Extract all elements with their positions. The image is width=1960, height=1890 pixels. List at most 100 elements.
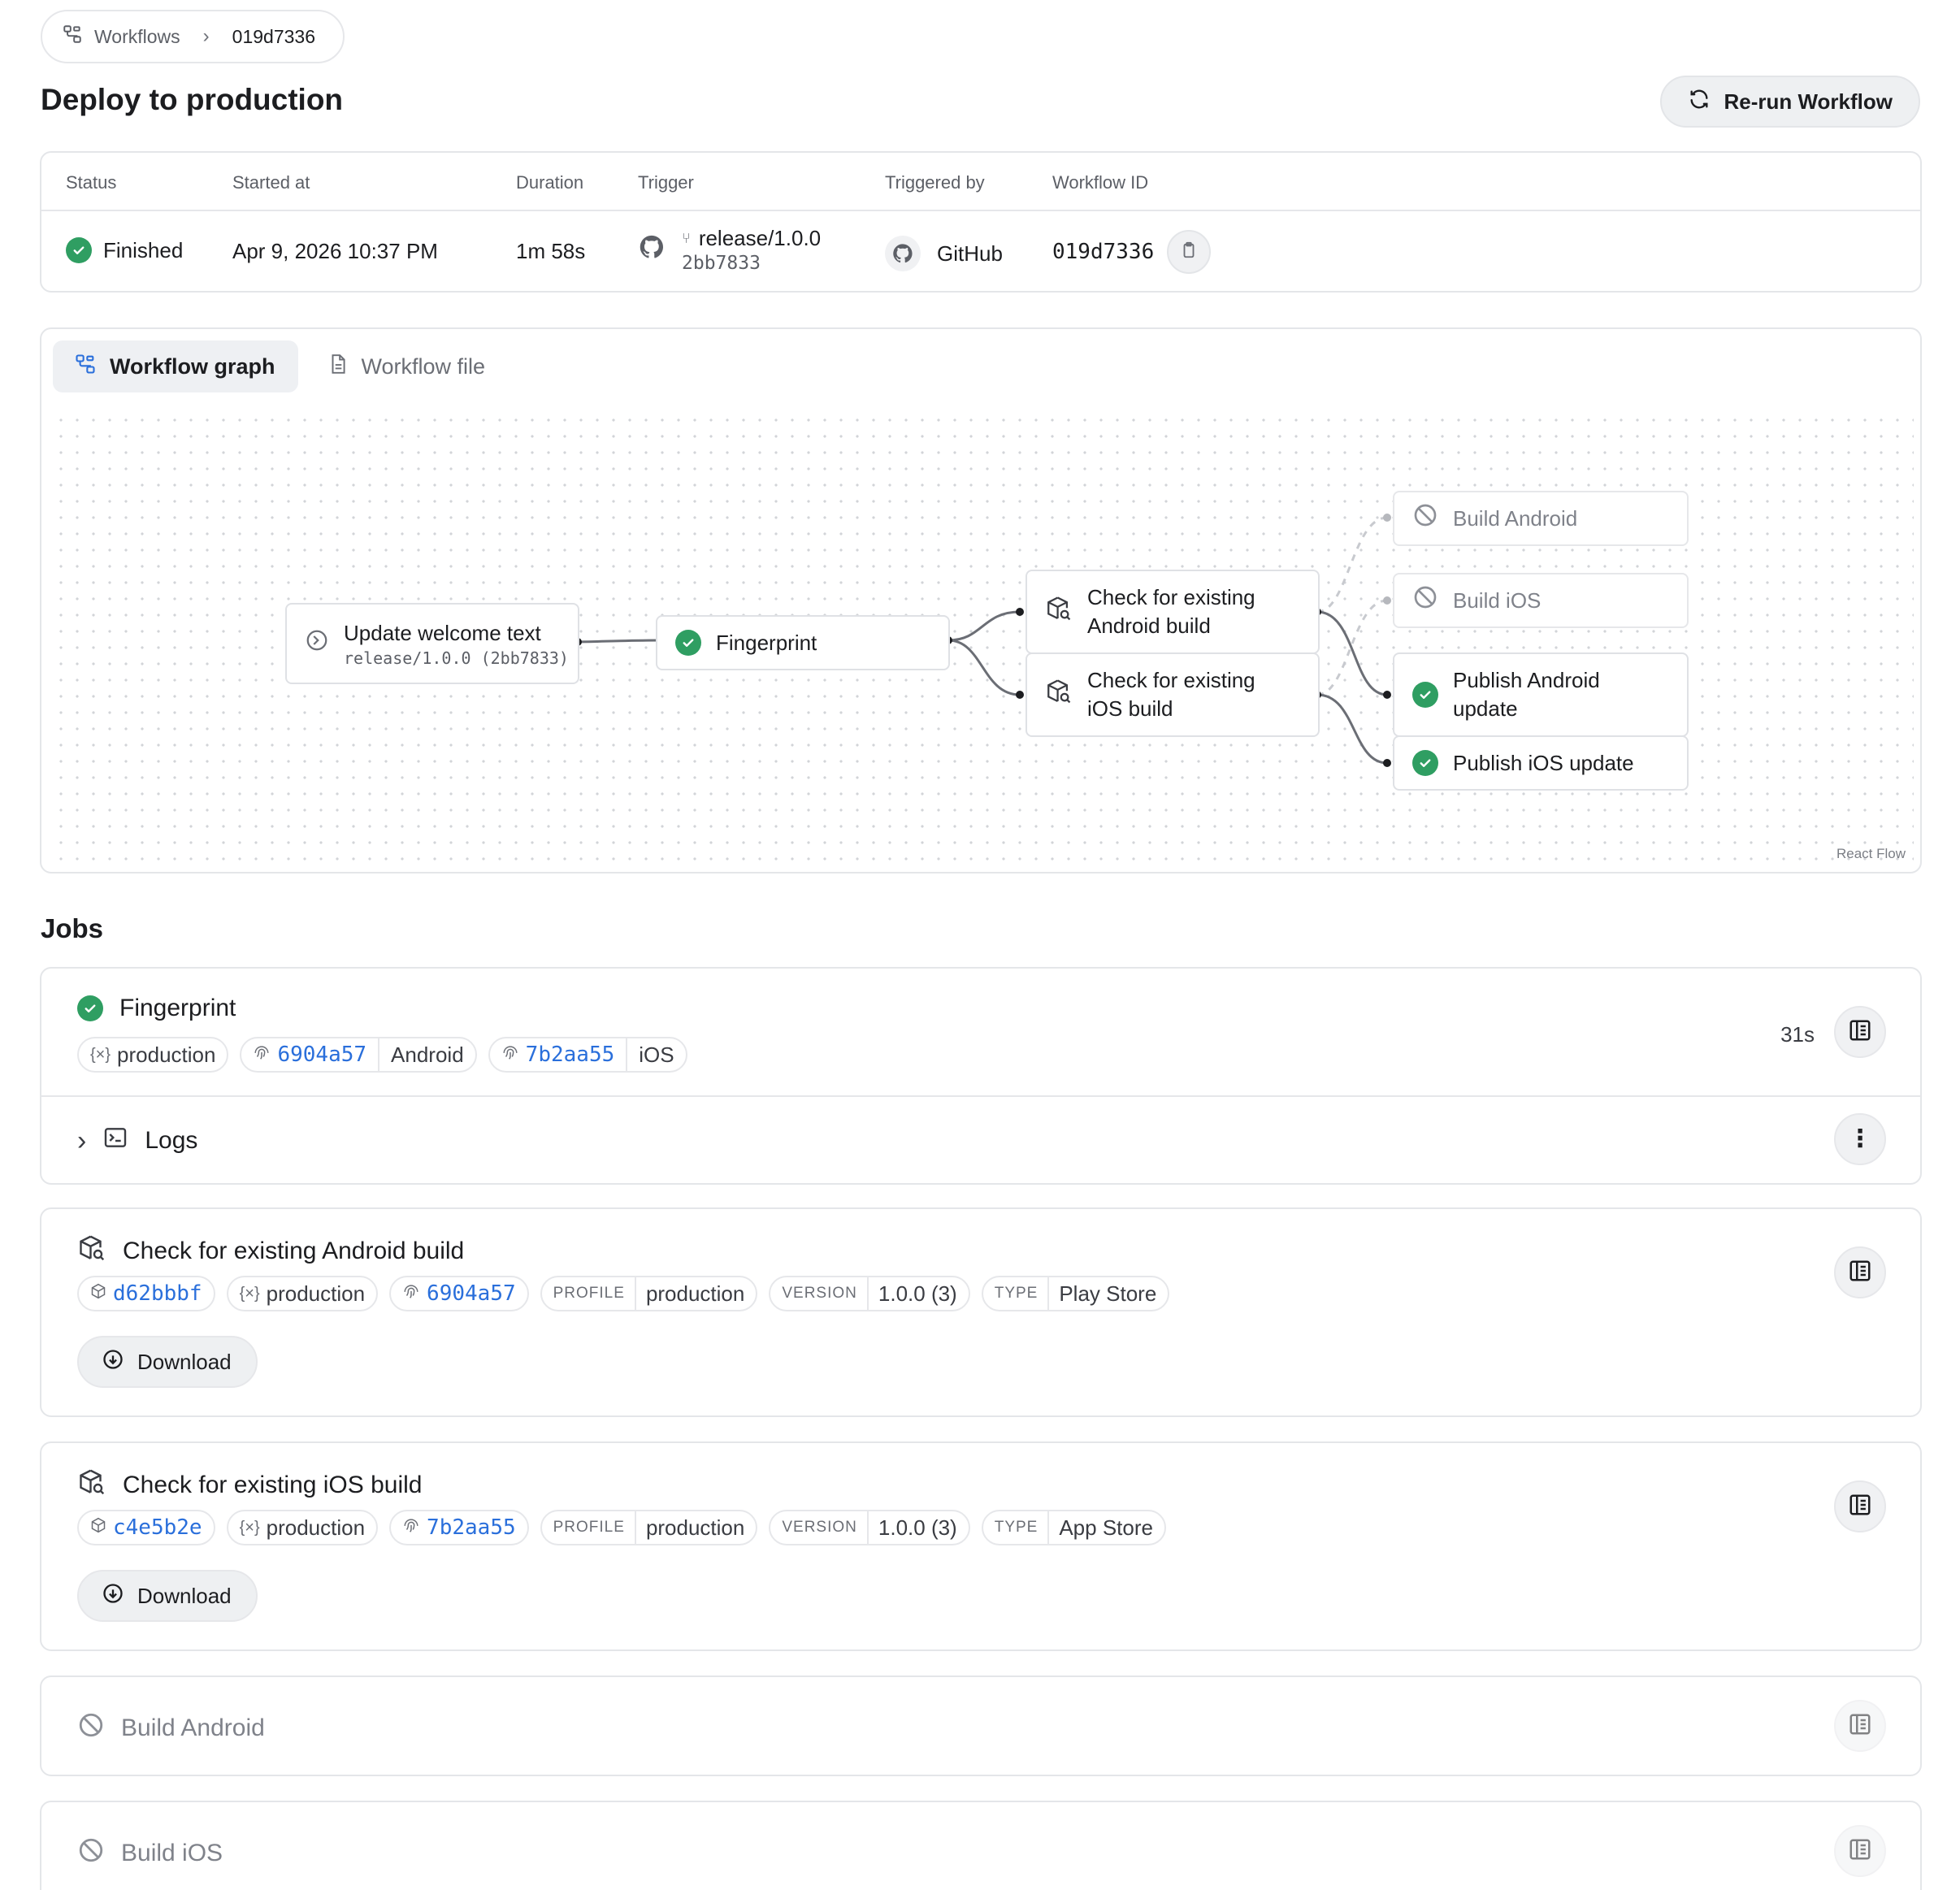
profile-chip: PROFILE production — [540, 1510, 758, 1545]
variable-icon: {×} — [239, 1518, 260, 1537]
breadcrumb-workflows-link[interactable]: Workflows — [94, 26, 180, 48]
check-circle-icon — [1412, 750, 1438, 776]
version-value: 1.0.0 (3) — [878, 1515, 957, 1540]
refresh-icon — [1688, 88, 1711, 116]
summary-header-row: Status Started at Duration Trigger Trigg… — [41, 153, 1920, 211]
job-title-row[interactable]: Check for existing iOS build — [77, 1467, 423, 1503]
panel-icon — [1848, 1018, 1872, 1047]
version-key: VERSION — [782, 1277, 869, 1310]
fingerprint-chip[interactable]: 7b2aa55 — [389, 1510, 529, 1545]
tab-workflow-file[interactable]: Workflow file — [306, 340, 509, 392]
fingerprint-hash-link[interactable]: 6904a57 — [277, 1043, 366, 1067]
fingerprint-hash-link[interactable]: 7b2aa55 — [526, 1043, 615, 1067]
node-update-welcome-text[interactable]: Update welcome text release/1.0.0 (2bb78… — [285, 603, 579, 684]
node-publish-android[interactable]: Publish Android update — [1393, 652, 1689, 737]
header-duration: Duration — [516, 172, 584, 193]
job-title-row[interactable]: Fingerprint — [77, 995, 236, 1022]
logs-toggle[interactable]: › Logs — [77, 1125, 197, 1157]
view-job-details-button[interactable] — [1834, 1246, 1886, 1298]
download-button[interactable]: Download — [77, 1336, 258, 1388]
env-chip[interactable]: {×} production — [77, 1037, 229, 1073]
edge-fingerprint-check-android — [947, 610, 1021, 642]
tab-workflow-graph[interactable]: Workflow graph — [53, 340, 298, 392]
job-title-row[interactable]: Check for existing Android build — [77, 1233, 464, 1269]
download-icon — [102, 1348, 124, 1376]
node-title-line2: Android build — [1087, 613, 1211, 638]
env-chip[interactable]: {×} production — [226, 1510, 379, 1545]
triggered-by-cell: GitHub — [885, 236, 1003, 271]
ban-icon — [77, 1836, 105, 1870]
download-label: Download — [137, 1583, 232, 1608]
ban-icon — [1412, 584, 1438, 618]
build-chip[interactable]: d62bbbf — [77, 1276, 215, 1311]
node-check-ios[interactable]: Check for existing iOS build — [1026, 652, 1320, 737]
download-label: Download — [137, 1349, 232, 1374]
fingerprint-hash-link[interactable]: 6904a57 — [427, 1281, 516, 1306]
workflow-icon — [62, 24, 83, 50]
trigger-commit[interactable]: 2bb7833 — [682, 253, 821, 274]
github-icon — [638, 233, 666, 267]
workflow-id-value: 019d7336 — [1052, 240, 1155, 264]
node-title: Fingerprint — [716, 630, 817, 655]
terminal-icon — [102, 1125, 128, 1157]
page-title: Deploy to production — [41, 83, 344, 116]
node-build-ios[interactable]: Build iOS — [1393, 573, 1689, 628]
edge-check-android-publish-android — [1316, 610, 1388, 696]
env-chip[interactable]: {×} production — [226, 1276, 379, 1311]
logs-more-button[interactable]: ⋮ — [1834, 1113, 1886, 1165]
download-button[interactable]: Download — [77, 1570, 258, 1622]
ios-fingerprint-chip[interactable]: 7b2aa55 iOS — [488, 1037, 687, 1073]
build-chip[interactable]: c4e5b2e — [77, 1510, 215, 1545]
job-title: Build iOS — [121, 1840, 223, 1866]
panel-icon — [1848, 1259, 1872, 1287]
job-card-check-android: Check for existing Android build d62bbbf… — [40, 1207, 1922, 1417]
job-title-row[interactable]: Build Android — [77, 1711, 265, 1745]
type-value: Play Store — [1059, 1281, 1157, 1306]
fingerprint-chip[interactable]: 6904a57 — [389, 1276, 529, 1311]
duration-value: 1m 58s — [516, 239, 586, 263]
check-circle-icon — [77, 995, 103, 1021]
fingerprint-icon — [253, 1043, 271, 1066]
panel-icon — [1848, 1712, 1872, 1740]
breadcrumb-current: 019d7336 — [232, 25, 315, 47]
node-fingerprint[interactable]: Fingerprint — [656, 615, 950, 670]
node-publish-ios[interactable]: Publish iOS update — [1393, 735, 1689, 791]
platform-label: iOS — [639, 1042, 674, 1067]
chevron-right-icon: › — [202, 25, 210, 47]
edge-fingerprint-check-ios — [947, 639, 1021, 696]
trigger-cell: ⑂ release/1.0.0 2bb7833 — [638, 226, 821, 274]
view-job-details-button[interactable] — [1834, 1700, 1886, 1752]
fingerprint-hash-link[interactable]: 7b2aa55 — [427, 1515, 516, 1540]
header-status: Status — [66, 172, 117, 193]
node-build-android[interactable]: Build Android — [1393, 491, 1689, 546]
panel-icon — [1848, 1493, 1872, 1521]
graph-canvas[interactable]: Update welcome text release/1.0.0 (2bb78… — [48, 407, 1914, 865]
package-search-icon — [77, 1467, 106, 1503]
view-job-details-button[interactable] — [1834, 1006, 1886, 1058]
fingerprint-icon — [402, 1516, 420, 1539]
view-job-details-button[interactable] — [1834, 1480, 1886, 1532]
edge-check-ios-publish-ios — [1316, 693, 1388, 765]
type-key: TYPE — [995, 1511, 1050, 1544]
build-id-link[interactable]: d62bbbf — [113, 1281, 202, 1306]
check-circle-icon — [675, 630, 701, 656]
check-circle-icon — [66, 237, 92, 263]
android-fingerprint-chip[interactable]: 6904a57 Android — [240, 1037, 477, 1073]
clipboard-icon — [1180, 240, 1198, 265]
build-id-link[interactable]: c4e5b2e — [113, 1515, 202, 1540]
logs-label: Logs — [145, 1127, 198, 1154]
node-title-line1: Check for existing — [1087, 585, 1255, 609]
trigger-branch[interactable]: release/1.0.0 — [699, 226, 821, 251]
type-key: TYPE — [995, 1277, 1050, 1310]
copy-workflow-id-button[interactable] — [1167, 230, 1212, 274]
check-circle-icon — [1412, 682, 1438, 708]
react-flow-attribution[interactable]: React Flow — [1836, 846, 1906, 862]
file-icon — [327, 353, 349, 380]
job-title-row[interactable]: Build iOS — [77, 1836, 223, 1870]
profile-key: PROFILE — [553, 1511, 636, 1544]
job-chips: c4e5b2e {×} production 7b2aa55 PROFILE p… — [77, 1510, 1166, 1545]
view-job-details-button[interactable] — [1834, 1825, 1886, 1877]
trigger-detail: ⑂ release/1.0.0 2bb7833 — [682, 226, 821, 274]
rerun-workflow-button[interactable]: Re-run Workflow — [1660, 76, 1920, 128]
node-check-android[interactable]: Check for existing Android build — [1026, 570, 1320, 654]
